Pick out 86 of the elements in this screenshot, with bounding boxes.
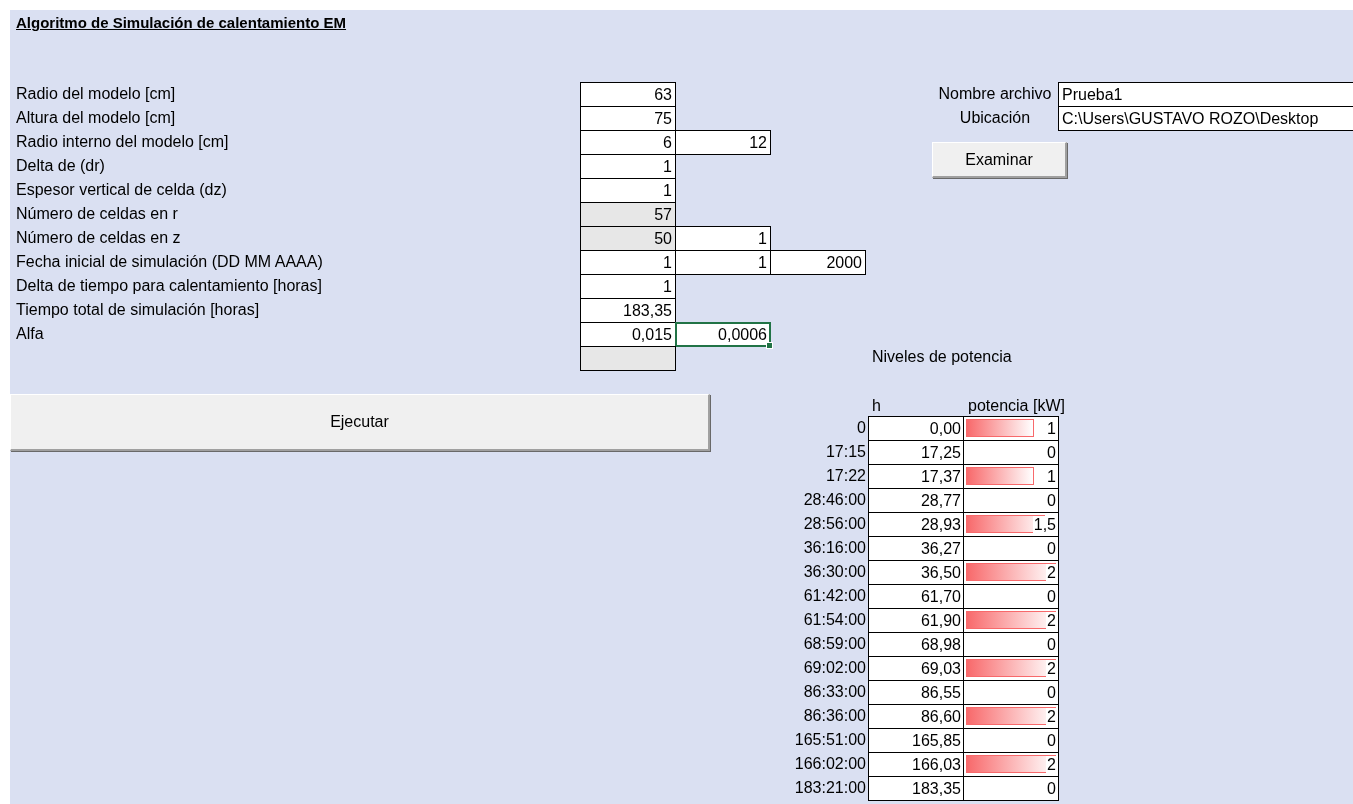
power-cell: 0 [963, 680, 1059, 705]
parameter-cell[interactable]: 12 [675, 130, 771, 155]
power-cell: 0 [963, 584, 1059, 609]
parameter-cell[interactable]: 1 [675, 250, 771, 275]
field-label: Ubicación [958, 108, 1032, 128]
time-label: 17:15 [824, 442, 867, 462]
table-cell: 68,98 [868, 632, 964, 657]
parameter-label: Altura del modelo [cm] [15, 108, 177, 128]
parameter-cell[interactable]: 2000 [770, 250, 866, 275]
fill-handle[interactable] [766, 342, 773, 349]
power-cell: 2 [963, 704, 1059, 729]
power-cell: 0 [963, 488, 1059, 513]
parameter-label: Tiempo total de simulación [horas] [15, 300, 261, 320]
parameter-label: Alfa [15, 324, 45, 344]
time-label: 86:33:00 [802, 682, 867, 702]
time-label: 0 [856, 418, 867, 438]
parameter-cell[interactable]: 1 [675, 226, 771, 251]
text-field[interactable]: C:\Users\GUSTAVO ROZO\Desktop [1058, 106, 1353, 131]
parameter-label: Espesor vertical de celda (dz) [15, 180, 228, 200]
parameter-cell[interactable]: 6 [580, 130, 676, 155]
run-button[interactable]: Ejecutar [10, 394, 710, 451]
parameter-cell[interactable]: 75 [580, 106, 676, 131]
parameter-label: Radio del modelo [cm] [15, 84, 177, 104]
power-cell: 2 [963, 752, 1059, 777]
table-cell: 17,25 [868, 440, 964, 465]
parameter-cell[interactable]: 0,015 [580, 322, 676, 347]
table-cell: 61,70 [868, 584, 964, 609]
parameter-cell[interactable]: 1 [580, 178, 676, 203]
time-label: 165:51:00 [793, 730, 867, 750]
time-label: 28:56:00 [802, 514, 867, 534]
parameter-cell[interactable]: 50 [580, 226, 676, 251]
power-cell: 2 [963, 608, 1059, 633]
parameter-cell[interactable]: 1 [580, 274, 676, 299]
time-label: 183:21:00 [793, 778, 867, 798]
table-cell: 28,93 [868, 512, 964, 537]
power-cell: 1,5 [963, 512, 1059, 537]
parameter-label: Fecha inicial de simulación (DD MM AAAA) [15, 252, 324, 272]
power-cell: 0 [963, 536, 1059, 561]
time-label: 166:02:00 [793, 754, 867, 774]
time-label: 69:02:00 [802, 658, 867, 678]
parameter-cell[interactable]: 57 [580, 202, 676, 227]
power-cell: 0 [963, 728, 1059, 753]
table-cell: 61,90 [868, 608, 964, 633]
time-label: 36:30:00 [802, 562, 867, 582]
field-label: Nombre archivo [937, 84, 1053, 104]
table-cell: 69,03 [868, 656, 964, 681]
power-cell: 0 [963, 440, 1059, 465]
time-label: 68:59:00 [802, 634, 867, 654]
parameter-label: Delta de tiempo para calentamiento [horas] [15, 276, 323, 296]
parameter-cell[interactable] [580, 346, 676, 371]
time-label: 28:46:00 [802, 490, 867, 510]
power-cell: 0 [963, 632, 1059, 657]
table-cell: 36,27 [868, 536, 964, 561]
parameter-label: Número de celdas en z [15, 228, 182, 248]
power-cell: 2 [963, 560, 1059, 585]
time-label: 17:22 [824, 466, 867, 486]
table-cell: 0,00 [868, 416, 964, 441]
time-label: 36:16:00 [802, 538, 867, 558]
table-cell: 86,60 [868, 704, 964, 729]
browse-button[interactable]: Examinar [932, 142, 1067, 178]
column-header: h [871, 396, 882, 416]
time-label: 61:54:00 [802, 610, 867, 630]
section-title: Niveles de potencia [871, 348, 1012, 366]
time-label: 86:36:00 [802, 706, 867, 726]
power-cell: 1 [963, 464, 1059, 489]
parameter-cell[interactable]: 183,35 [580, 298, 676, 323]
text-field[interactable]: Prueba1 [1058, 82, 1353, 107]
power-cell: 0 [963, 776, 1059, 801]
sheet-title: Algoritmo de Simulación de calentamiento EM [16, 14, 347, 31]
parameter-cell[interactable]: 0,0006 [675, 322, 771, 347]
table-cell: 183,35 [868, 776, 964, 801]
parameter-label: Delta de (dr) [15, 156, 106, 176]
power-cell: 2 [963, 656, 1059, 681]
table-cell: 166,03 [868, 752, 964, 777]
power-cell: 1 [963, 416, 1059, 441]
table-cell: 165,85 [868, 728, 964, 753]
parameter-cell[interactable]: 1 [580, 250, 676, 275]
table-cell: 86,55 [868, 680, 964, 705]
parameter-cell[interactable]: 1 [580, 154, 676, 179]
table-cell: 36,50 [868, 560, 964, 585]
parameter-cell[interactable]: 63 [580, 82, 676, 107]
table-cell: 17,37 [868, 464, 964, 489]
table-cell: 28,77 [868, 488, 964, 513]
parameter-label: Número de celdas en r [15, 204, 179, 224]
parameter-label: Radio interno del modelo [cm] [15, 132, 230, 152]
time-label: 61:42:00 [802, 586, 867, 606]
